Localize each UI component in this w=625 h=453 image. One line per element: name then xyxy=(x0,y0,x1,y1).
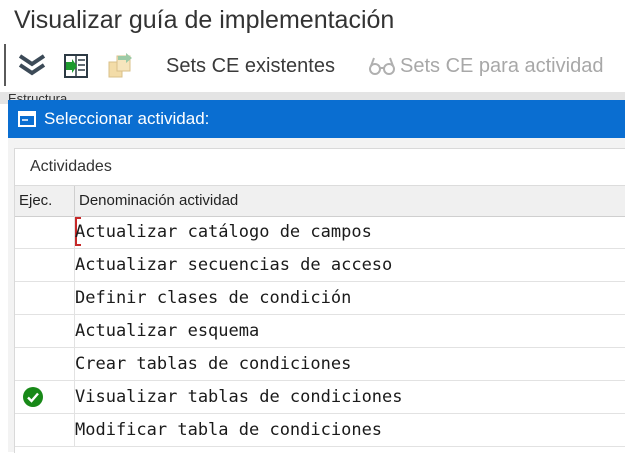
select-activity-icon[interactable] xyxy=(62,52,90,80)
column-divider xyxy=(74,186,75,216)
table-row[interactable]: Crear tablas de condiciones xyxy=(15,348,625,381)
dialog-header: Seleccionar actividad: xyxy=(8,100,625,138)
table-row[interactable]: Visualizar tablas de condiciones xyxy=(15,381,625,414)
activity-label[interactable]: Actualizar esquema xyxy=(75,320,259,342)
activity-label[interactable]: Actualizar secuencias de acceso xyxy=(75,254,392,276)
activity-label[interactable]: Definir clases de condición xyxy=(75,287,351,309)
column-header-denominacion[interactable]: Denominación actividad xyxy=(79,192,238,210)
dialog-body: Actividades Ejec. Denominación actividad… xyxy=(14,148,625,453)
table-row[interactable]: Modificar tabla de condiciones xyxy=(15,414,625,447)
section-title: Actividades xyxy=(30,158,112,175)
ejec-cell xyxy=(15,249,74,281)
table-header: Ejec. Denominación actividad xyxy=(15,185,625,217)
table-row[interactable]: Actualizar catálogo de campos xyxy=(15,216,625,249)
dialog-window-icon xyxy=(18,110,36,128)
glasses-icon xyxy=(368,55,396,77)
dialog-title: Seleccionar actividad: xyxy=(44,109,210,128)
sets-ce-para-actividad-button[interactable]: Sets CE para actividad xyxy=(400,53,603,79)
ejec-cell xyxy=(15,348,74,380)
expand-all-icon[interactable] xyxy=(18,52,46,80)
select-activity-dialog: Seleccionar actividad: Actividades Ejec.… xyxy=(8,100,625,453)
table-row[interactable]: Definir clases de condición xyxy=(15,282,625,315)
ejec-cell xyxy=(15,381,74,413)
check-circle-icon xyxy=(23,387,43,407)
page-title: Visualizar guía de implementación xyxy=(14,6,395,34)
activity-label[interactable]: Visualizar tablas de condiciones xyxy=(75,386,403,408)
copy-note-icon[interactable] xyxy=(106,52,134,80)
activity-label[interactable]: Actualizar catálogo de campos xyxy=(75,221,372,243)
table-row[interactable]: Actualizar secuencias de acceso xyxy=(15,249,625,282)
sets-ce-existentes-button[interactable]: Sets CE existentes xyxy=(166,53,335,79)
activity-label[interactable]: Modificar tabla de condiciones xyxy=(75,419,382,441)
ejec-cell xyxy=(15,414,74,446)
toolbar-separator xyxy=(4,44,6,86)
activity-label[interactable]: Crear tablas de condiciones xyxy=(75,353,351,375)
ejec-cell xyxy=(15,216,74,248)
ejec-cell xyxy=(15,282,74,314)
column-header-ejec[interactable]: Ejec. xyxy=(19,192,52,210)
table-row[interactable]: Actualizar esquema xyxy=(15,315,625,348)
ejec-cell xyxy=(15,315,74,347)
